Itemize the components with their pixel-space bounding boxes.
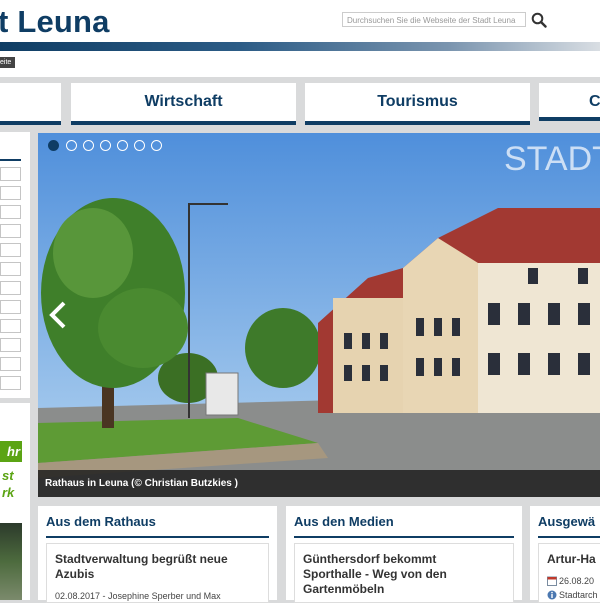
nav-item-4[interactable]: C [539,83,600,121]
slider-dot-4[interactable] [100,140,111,151]
site-header: t Leuna Durchsuchen Sie die Webseite der… [0,0,600,77]
box-rathaus-title[interactable]: Aus dem Rathaus [46,514,156,529]
news-card[interactable]: Stadtverwaltung begrüßt neue Azubis 02.0… [46,543,269,603]
search-icon[interactable] [531,12,547,28]
slide-caption: Rathaus in Leuna (© Christian Butzkies ) [38,470,600,497]
image-slider[interactable]: STADT [38,133,600,497]
box-ausgewaehlt-title[interactable]: Ausgewä [538,514,595,529]
slider-dot-5[interactable] [117,140,128,151]
box-medien-title[interactable]: Aus den Medien [294,514,394,529]
info-icon [547,590,557,600]
news-card[interactable]: Günthersdorf bekommt Sporthalle - Weg vo… [294,543,514,603]
event-card[interactable]: Artur-Ha 26.08.20 Stadtarch [538,543,600,603]
sidebar-field[interactable] [0,167,21,181]
box-rathaus: Aus dem Rathaus Stadtverwaltung begrüßt … [38,506,277,603]
nav-item-tourismus[interactable]: Tourismus [305,83,530,125]
main-navigation: Wirtschaft Tourismus C [0,82,600,126]
box-divider [538,536,600,538]
news-card-title[interactable]: Günthersdorf bekommt Sporthalle - Weg vo… [303,552,483,597]
header-gradient-bar [0,42,600,51]
sidebar-field[interactable] [0,319,21,333]
nav-item-1[interactable] [0,83,61,125]
event-card-place: Stadtarch [559,590,598,600]
search-input[interactable]: Durchsuchen Sie die Webseite der Stadt L… [342,12,526,27]
sidebar-divider [0,159,21,161]
sidebar-field[interactable] [0,243,21,257]
slider-dot-7[interactable] [151,140,162,151]
sidebar-green-tag[interactable]: hr [0,441,22,462]
sidebar-field[interactable] [0,376,21,390]
sidebar-field[interactable] [0,205,21,219]
sidebar-field[interactable] [0,186,21,200]
sidebar-field[interactable] [0,262,21,276]
box-divider [294,536,514,538]
box-divider [46,536,269,538]
slider-dot-2[interactable] [66,140,77,151]
slide-image: STADT [38,133,600,497]
nav-item-wirtschaft[interactable]: Wirtschaft [71,83,296,125]
sidebar-field[interactable] [0,357,21,371]
slider-dot-3[interactable] [83,140,94,151]
sidebar-photo[interactable] [0,523,22,600]
site-logo[interactable]: t Leuna [0,4,110,40]
box-medien: Aus den Medien Günthersdorf bekommt Spor… [286,506,522,603]
sidebar-text-2: rk [2,485,15,500]
sidebar-text-1: st [2,468,14,483]
sidebar-menu [0,132,30,398]
slider-dot-1[interactable] [48,140,59,151]
slider-dot-6[interactable] [134,140,145,151]
slide-overlay-title: STADT [504,140,600,178]
sidebar-field[interactable] [0,300,21,314]
sidebar-field[interactable] [0,224,21,238]
event-card-title[interactable]: Artur-Ha [547,552,600,567]
sidebar-field[interactable] [0,281,21,295]
event-card-date: 26.08.20 [559,576,595,586]
breadcrumb[interactable]: eite [0,57,16,68]
calendar-icon [547,576,557,586]
news-card-title[interactable]: Stadtverwaltung begrüßt neue Azubis [55,552,260,582]
box-ausgewaehlt: Ausgewä Artur-Ha 26.08.20 Stadtarch [530,506,600,603]
sidebar-field[interactable] [0,338,21,352]
